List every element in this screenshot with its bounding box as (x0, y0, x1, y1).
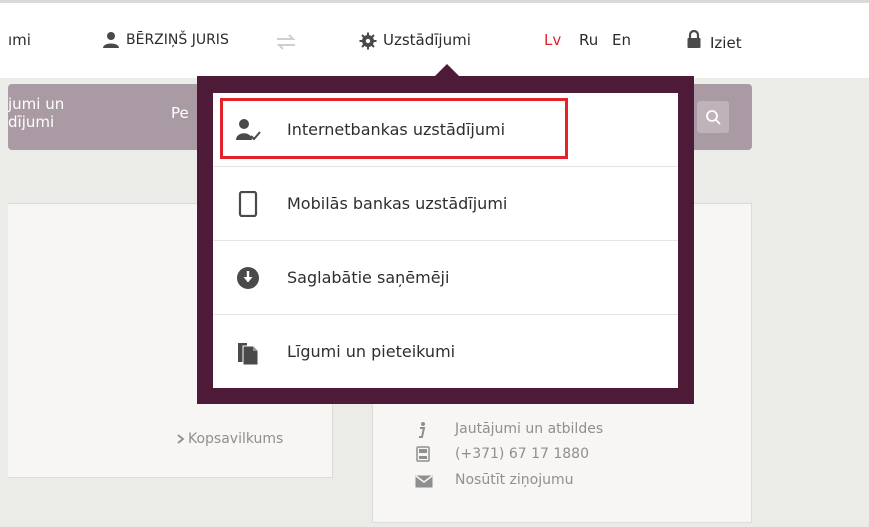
lock-icon (687, 29, 701, 48)
envelope-icon (415, 475, 433, 488)
lang-ru[interactable]: Ru (579, 30, 598, 50)
switch-arrows-icon[interactable] (274, 33, 298, 51)
faq-link[interactable]: Jautājumi un atbildes (455, 421, 603, 437)
search-button[interactable] (697, 101, 729, 133)
menu-item-label: Līgumi un pieteikumi (287, 342, 456, 361)
settings-dropdown: Internetbankas uzstādījumi Mobilās banka… (197, 76, 694, 404)
nav-item-partial[interactable]: Pe (171, 104, 189, 122)
lang-en[interactable]: En (612, 30, 631, 50)
menu-item-agreements[interactable]: Līgumi un pieteikumi (213, 315, 678, 389)
chevron-right-icon (177, 434, 185, 444)
summary-link[interactable]: Kopsavilkums (176, 431, 283, 447)
phone-icon (416, 446, 430, 462)
gear-icon[interactable] (359, 32, 377, 50)
phone-number[interactable]: (+371) 67 17 1880 (455, 446, 589, 462)
search-icon (706, 110, 721, 125)
menu-item-mobile-settings[interactable]: Mobilās bankas uzstādījumi (213, 167, 678, 241)
documents-icon (238, 343, 259, 365)
menu-item-label: Saglabātie saņēmēji (287, 268, 450, 287)
menu-item-label: Mobilās bankas uzstādījumi (287, 194, 508, 213)
send-message-link[interactable]: Nosūtīt ziņojumu (455, 472, 573, 488)
user-icon (103, 32, 119, 48)
user-check-icon (236, 119, 261, 141)
dropdown-caret (435, 64, 459, 76)
menu-item-internetbank-settings[interactable]: Internetbankas uzstādījumi (213, 93, 678, 167)
user-name[interactable]: BĒRZIŅŠ JURIS (126, 30, 229, 50)
summary-link-label: Kopsavilkums (188, 431, 284, 447)
info-icon (419, 422, 426, 438)
menu-item-label: Internetbankas uzstādījumi (287, 120, 506, 139)
logout-link[interactable]: Iziet (710, 33, 742, 53)
settings-menu: Internetbankas uzstādījumi Mobilās banka… (213, 93, 678, 388)
mobile-phone-icon (238, 191, 258, 217)
top-nav-fragment[interactable]: ımi (8, 30, 31, 50)
menu-item-saved-recipients[interactable]: Saglabātie saņēmēji (213, 241, 678, 315)
nav-item-agreements-line1[interactable]: jumi un (8, 95, 64, 113)
nav-item-agreements-line2[interactable]: dījumi (8, 113, 54, 131)
settings-menu-toggle[interactable]: Uzstādījumi (383, 30, 471, 50)
download-circle-icon (237, 267, 259, 289)
lang-lv[interactable]: Lv (544, 30, 561, 50)
